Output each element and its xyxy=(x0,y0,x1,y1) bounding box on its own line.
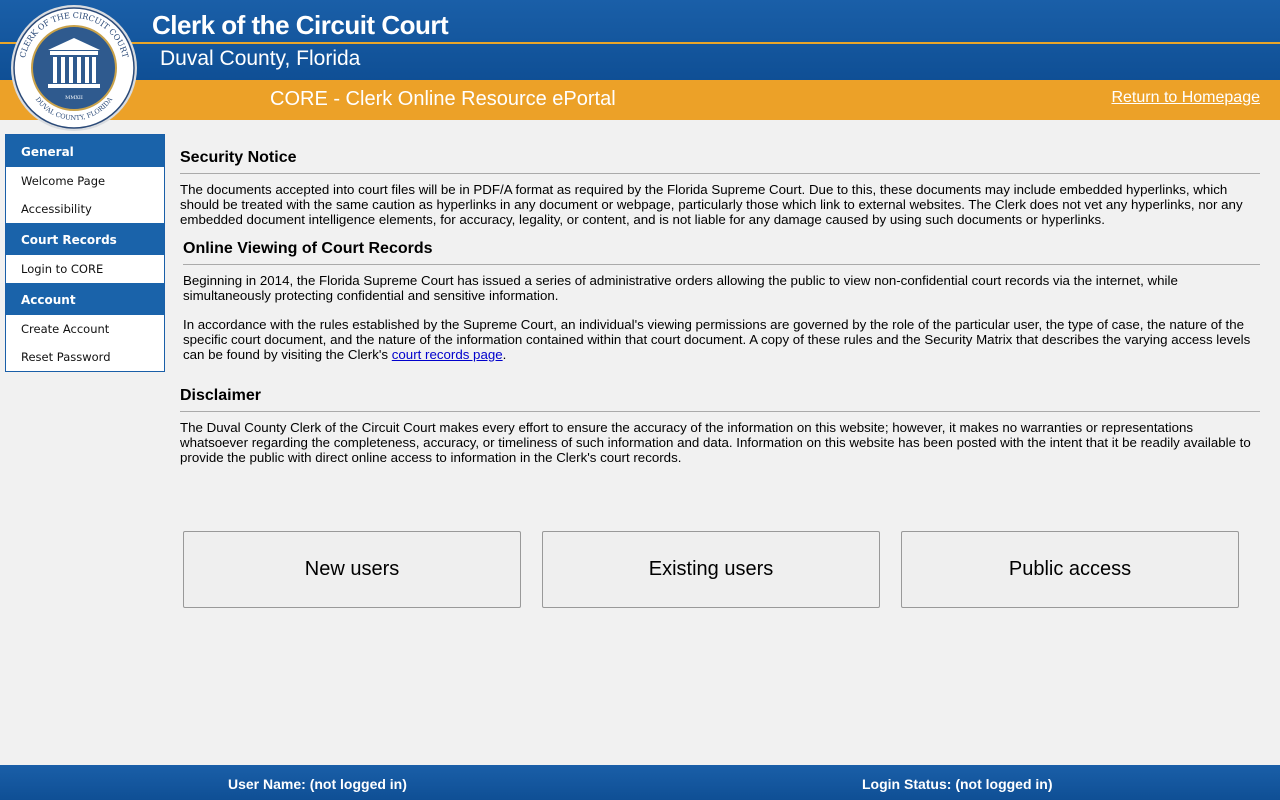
sidebar-section-general: General xyxy=(6,135,164,167)
return-to-homepage-link[interactable]: Return to Homepage xyxy=(1111,89,1260,107)
security-notice-heading: Security Notice xyxy=(180,150,1260,174)
site-title: Clerk of the Circuit Court xyxy=(152,10,449,40)
main-content: Security Notice The documents accepted i… xyxy=(180,150,1260,479)
login-status: Login Status: (not logged in) xyxy=(862,776,1053,792)
clerk-seal-logo[interactable]: MMXII CLERK OF THE CIRCUIT COURT DUVAL C… xyxy=(10,4,138,132)
portal-bar xyxy=(0,80,1280,120)
online-viewing-heading: Online Viewing of Court Records xyxy=(183,241,1260,265)
portal-title: CORE - Clerk Online Resource ePortal xyxy=(270,88,616,110)
sidebar-section-court-records: Court Records xyxy=(6,223,164,255)
sidebar: General Welcome Page Accessibility Court… xyxy=(5,134,165,372)
online-viewing-text-1: Beginning in 2014, the Florida Supreme C… xyxy=(183,273,1178,303)
disclaimer-text: The Duval County Clerk of the Circuit Co… xyxy=(180,420,1251,465)
sidebar-item-accessibility[interactable]: Accessibility xyxy=(6,195,164,223)
new-users-button[interactable]: New users xyxy=(183,531,521,608)
sidebar-item-reset-password[interactable]: Reset Password xyxy=(6,343,164,371)
security-notice-text: The documents accepted into court files … xyxy=(180,182,1243,227)
user-type-buttons: New users Existing users Public access xyxy=(183,531,1239,608)
sidebar-item-welcome-page[interactable]: Welcome Page xyxy=(6,167,164,195)
user-name-status: User Name: (not logged in) xyxy=(228,776,407,792)
court-records-page-link[interactable]: court records page xyxy=(392,347,503,362)
footer-bar: User Name: (not logged in) Login Status:… xyxy=(0,765,1280,800)
public-access-button[interactable]: Public access xyxy=(901,531,1239,608)
existing-users-button[interactable]: Existing users xyxy=(542,531,880,608)
sidebar-item-create-account[interactable]: Create Account xyxy=(6,315,164,343)
sidebar-item-login-to-core[interactable]: Login to CORE xyxy=(6,255,164,283)
disclaimer-heading: Disclaimer xyxy=(180,388,1260,412)
svg-text:MMXII: MMXII xyxy=(65,95,83,101)
online-viewing-text-2: In accordance with the rules established… xyxy=(183,317,1251,362)
site-subtitle: Duval County, Florida xyxy=(160,47,361,70)
sidebar-section-account: Account xyxy=(6,283,164,315)
